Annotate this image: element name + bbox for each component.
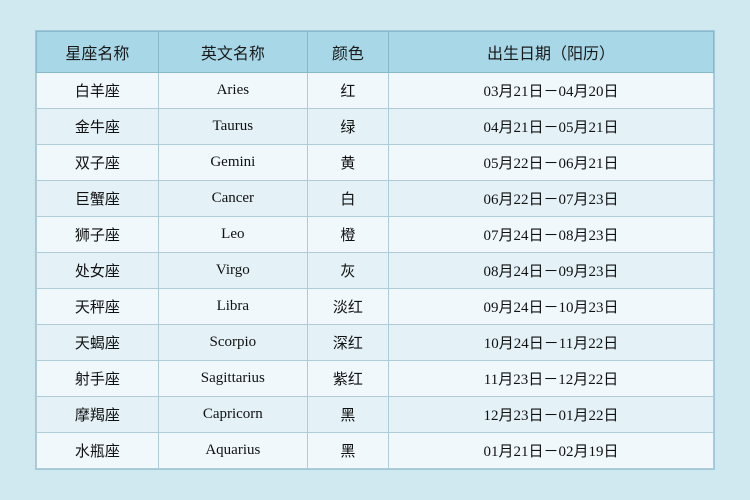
header-date: 出生日期（阳历）	[389, 32, 714, 73]
cell-color: 黄	[307, 145, 388, 181]
cell-chinese: 天秤座	[37, 289, 159, 325]
cell-date: 05月22日－06月21日	[389, 145, 714, 181]
table-row: 摩羯座Capricorn黑12月23日－01月22日	[37, 397, 714, 433]
table-row: 金牛座Taurus绿04月21日－05月21日	[37, 109, 714, 145]
table-row: 天蝎座Scorpio深红10月24日－11月22日	[37, 325, 714, 361]
cell-date: 03月21日－04月20日	[389, 73, 714, 109]
cell-color: 紫红	[307, 361, 388, 397]
cell-english: Sagittarius	[158, 361, 307, 397]
cell-chinese: 白羊座	[37, 73, 159, 109]
cell-color: 黑	[307, 397, 388, 433]
cell-date: 10月24日－11月22日	[389, 325, 714, 361]
cell-chinese: 双子座	[37, 145, 159, 181]
header-english: 英文名称	[158, 32, 307, 73]
table-row: 射手座Sagittarius紫红11月23日－12月22日	[37, 361, 714, 397]
cell-english: Cancer	[158, 181, 307, 217]
zodiac-table: 星座名称 英文名称 颜色 出生日期（阳历） 白羊座Aries红03月21日－04…	[36, 31, 714, 469]
cell-color: 深红	[307, 325, 388, 361]
cell-chinese: 摩羯座	[37, 397, 159, 433]
table-header-row: 星座名称 英文名称 颜色 出生日期（阳历）	[37, 32, 714, 73]
cell-english: Aries	[158, 73, 307, 109]
zodiac-table-container: 星座名称 英文名称 颜色 出生日期（阳历） 白羊座Aries红03月21日－04…	[35, 30, 715, 470]
cell-color: 灰	[307, 253, 388, 289]
table-row: 处女座Virgo灰08月24日－09月23日	[37, 253, 714, 289]
cell-date: 06月22日－07月23日	[389, 181, 714, 217]
cell-english: Virgo	[158, 253, 307, 289]
cell-chinese: 巨蟹座	[37, 181, 159, 217]
cell-english: Taurus	[158, 109, 307, 145]
cell-date: 11月23日－12月22日	[389, 361, 714, 397]
cell-english: Aquarius	[158, 433, 307, 469]
table-row: 水瓶座Aquarius黑01月21日－02月19日	[37, 433, 714, 469]
cell-chinese: 金牛座	[37, 109, 159, 145]
table-row: 天秤座Libra淡红09月24日－10月23日	[37, 289, 714, 325]
cell-chinese: 处女座	[37, 253, 159, 289]
cell-color: 白	[307, 181, 388, 217]
cell-chinese: 狮子座	[37, 217, 159, 253]
cell-date: 07月24日－08月23日	[389, 217, 714, 253]
table-row: 狮子座Leo橙07月24日－08月23日	[37, 217, 714, 253]
cell-color: 淡红	[307, 289, 388, 325]
cell-chinese: 射手座	[37, 361, 159, 397]
cell-date: 01月21日－02月19日	[389, 433, 714, 469]
header-color: 颜色	[307, 32, 388, 73]
cell-english: Scorpio	[158, 325, 307, 361]
cell-chinese: 天蝎座	[37, 325, 159, 361]
cell-english: Leo	[158, 217, 307, 253]
cell-color: 绿	[307, 109, 388, 145]
cell-date: 04月21日－05月21日	[389, 109, 714, 145]
cell-date: 12月23日－01月22日	[389, 397, 714, 433]
cell-english: Capricorn	[158, 397, 307, 433]
cell-date: 08月24日－09月23日	[389, 253, 714, 289]
table-row: 白羊座Aries红03月21日－04月20日	[37, 73, 714, 109]
table-row: 双子座Gemini黄05月22日－06月21日	[37, 145, 714, 181]
cell-english: Gemini	[158, 145, 307, 181]
cell-date: 09月24日－10月23日	[389, 289, 714, 325]
cell-color: 红	[307, 73, 388, 109]
table-row: 巨蟹座Cancer白06月22日－07月23日	[37, 181, 714, 217]
cell-color: 橙	[307, 217, 388, 253]
cell-chinese: 水瓶座	[37, 433, 159, 469]
header-chinese: 星座名称	[37, 32, 159, 73]
cell-english: Libra	[158, 289, 307, 325]
cell-color: 黑	[307, 433, 388, 469]
